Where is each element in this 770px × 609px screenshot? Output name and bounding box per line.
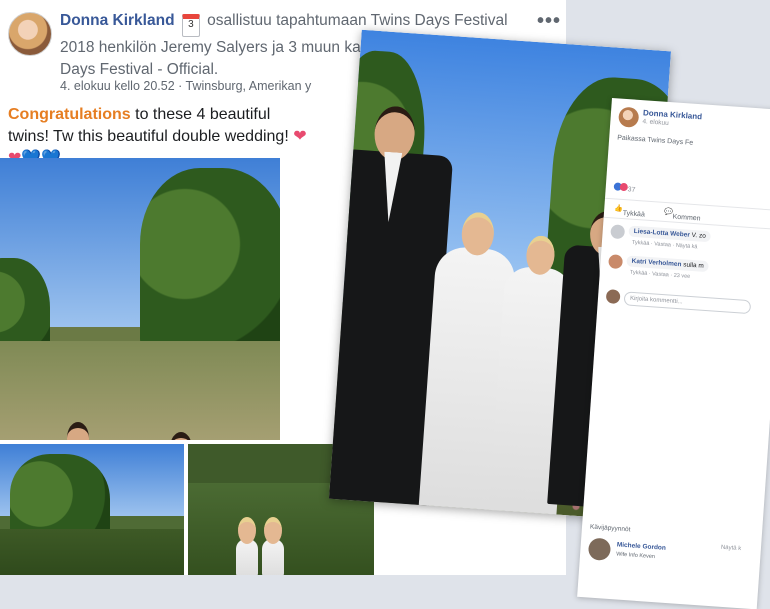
panel-event[interactable]: Paikassa Twins Days Fe: [617, 134, 693, 146]
like-label: Tykkää: [622, 210, 646, 219]
post-timestamp[interactable]: 4. elokuu kello 20.52 · Twinsburg, Ameri…: [60, 79, 311, 93]
bride-head: [525, 234, 556, 276]
comment-actions[interactable]: Tykkää · Vastaa · Näytä kä: [632, 240, 698, 251]
more-options-icon[interactable]: •••: [537, 10, 561, 33]
panel-date[interactable]: 4. elokuu: [642, 118, 669, 127]
photo-ground: [0, 529, 184, 575]
commenter-avatar[interactable]: [608, 254, 624, 270]
comment-panel: Donna Kirkland 4. elokuu Paikassa Twins …: [577, 98, 770, 609]
comment-actions[interactable]: Tykkää · Vastaa · 23 vee: [630, 270, 691, 280]
section-label: Kävijäpyynnöt: [589, 523, 631, 534]
comment-button[interactable]: 💬 Kommen: [664, 208, 701, 223]
bride-figure: [262, 517, 284, 575]
panel-author-avatar[interactable]: [618, 106, 640, 128]
calendar-icon: 3: [181, 14, 200, 37]
see-more-link[interactable]: Näytä k: [721, 545, 742, 552]
author-avatar[interactable]: [8, 12, 52, 56]
commenter-avatar[interactable]: [610, 224, 626, 240]
comment-label: Kommen: [672, 213, 701, 223]
like-button[interactable]: 👍 Tykkää: [614, 204, 645, 218]
photo-ground: [0, 341, 280, 440]
reaction-summary[interactable]: 37: [613, 182, 636, 194]
reaction-count: 37: [627, 186, 636, 194]
comment-input[interactable]: Kirjoita kommentti...: [623, 291, 752, 315]
guest-subtitle: Wife Info Keven: [615, 551, 656, 561]
comment-text: sulla m: [682, 261, 704, 270]
groom-shirt: [379, 152, 402, 223]
bride-head: [264, 517, 282, 544]
bride-head: [238, 517, 256, 544]
photo-grooms[interactable]: [0, 158, 280, 440]
commenter-name[interactable]: Katri Verholmen: [631, 258, 681, 268]
caption-highlight: Congratulations: [8, 106, 131, 123]
current-user-avatar: [605, 289, 621, 305]
author-name[interactable]: Donna Kirkland: [60, 12, 175, 29]
guest-name[interactable]: Michele Gordon: [617, 541, 666, 551]
photo-ceremony-left[interactable]: [0, 444, 184, 575]
commenter-name[interactable]: Liesa-Lotta Weber: [634, 228, 691, 239]
comment-text: V. zo: [691, 231, 707, 240]
photo-trees: [140, 168, 280, 358]
guest-avatar[interactable]: [587, 537, 612, 561]
bride-figure: [236, 517, 258, 575]
comment-item: Katri Verholmen sulla m Tykkää · Vastaa …: [608, 254, 769, 280]
action-bar: 👍 Tykkää 💬 Kommen: [603, 197, 770, 231]
